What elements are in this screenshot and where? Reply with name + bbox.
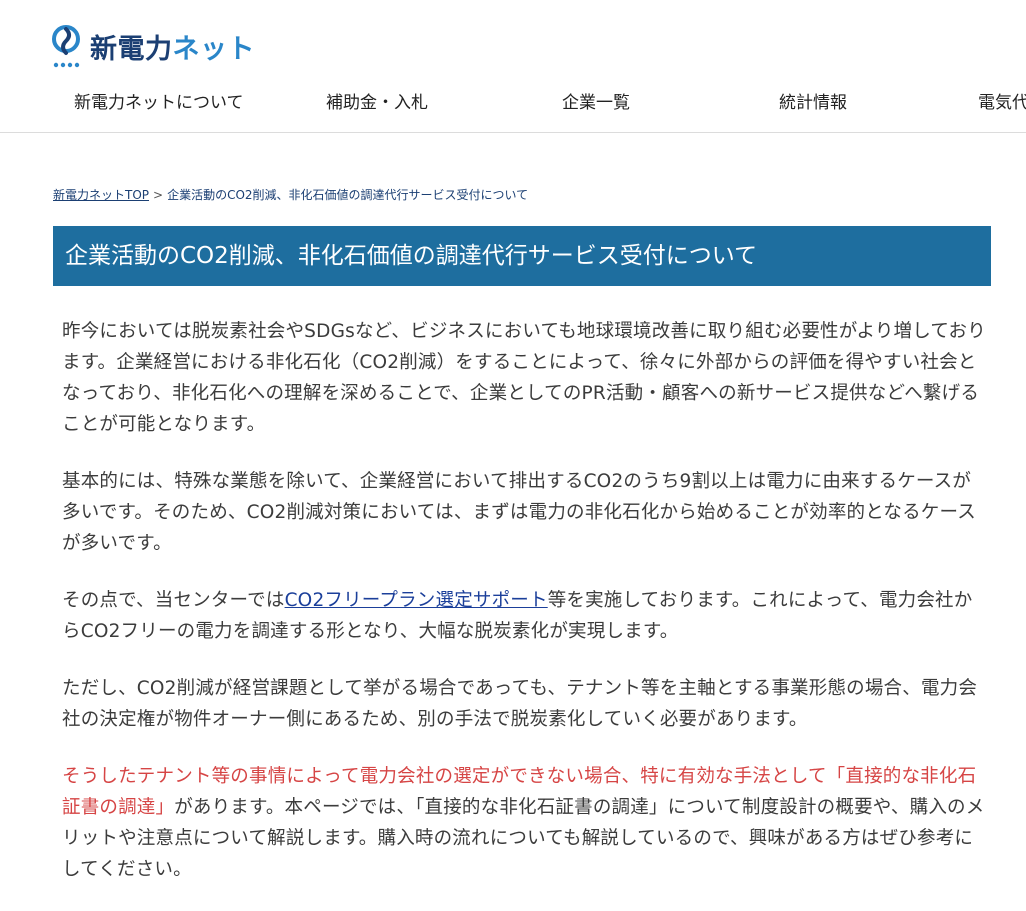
nav-item-statistics[interactable]: 統計情報	[779, 88, 847, 113]
nav-item-companies[interactable]: 企業一覧	[562, 88, 630, 113]
page-title: 企業活動のCO2削減、非化石価値の調達代行サービス受付について	[65, 243, 758, 269]
page-title-bar: 企業活動のCO2削減、非化石価値の調達代行サービス受付について	[53, 226, 991, 286]
paragraph-co2-free-plan: その点で、当センターではCO2フリープラン選定サポート等を実施しております。これ…	[62, 585, 987, 647]
nav-item-about[interactable]: 新電力ネットについて	[74, 88, 244, 113]
co2-free-plan-support-link[interactable]: CO2フリープラン選定サポート	[285, 590, 548, 611]
main-nav: 新電力ネットについて 補助金・入札 企業一覧 統計情報 電気代	[0, 88, 1026, 113]
logo-text-kana: ネット	[172, 33, 255, 65]
paragraph-certificate-rest: があります。本ページでは、「直接的な非化石証書の調達」について制度設計の概要や、…	[62, 797, 985, 880]
breadcrumb: 新電力ネットTOP > 企業活動のCO2削減、非化石価値の調達代行サービス受付につい…	[53, 186, 528, 203]
paragraph-electricity-origin: 基本的には、特殊な業態を除いて、企業経営において排出するCO2のうち9割以上は電…	[62, 471, 976, 554]
breadcrumb-home-link[interactable]: 新電力ネットTOP	[53, 188, 149, 202]
site-header: 新電力ネット 新電力ネットについて 補助金・入札 企業一覧 統計情報 電気代	[0, 0, 1026, 133]
breadcrumb-separator: >	[153, 188, 164, 202]
logo-text-kanji: 新電力	[90, 33, 173, 65]
paragraph-co2-free-plan-lead: その点で、当センターでは	[62, 590, 285, 611]
breadcrumb-current: 企業活動のCO2削減、非化石価値の調達代行サービス受付について	[167, 188, 529, 202]
site-logo[interactable]: 新電力ネット	[52, 22, 255, 70]
paragraph-tenant-case: ただし、CO2削減が経営課題として挙がる場合であっても、テナント等を主軸とする事…	[62, 678, 978, 730]
nav-item-electricity-cost[interactable]: 電気代	[978, 88, 1026, 113]
nav-item-subsidy[interactable]: 補助金・入札	[326, 88, 428, 113]
paragraph-certificate-procurement: そうしたテナント等の事情によって電力会社の選定ができない場合、特に有効な手法とし…	[62, 761, 987, 885]
article-body: 昨今においては脱炭素社会やSDGsなど、ビジネスにおいても地球環境改善に取り組む…	[62, 316, 987, 911]
logo-mark-icon	[52, 23, 82, 69]
paragraph-intro: 昨今においては脱炭素社会やSDGsなど、ビジネスにおいても地球環境改善に取り組む…	[62, 321, 986, 435]
logo-text: 新電力ネット	[90, 27, 255, 66]
